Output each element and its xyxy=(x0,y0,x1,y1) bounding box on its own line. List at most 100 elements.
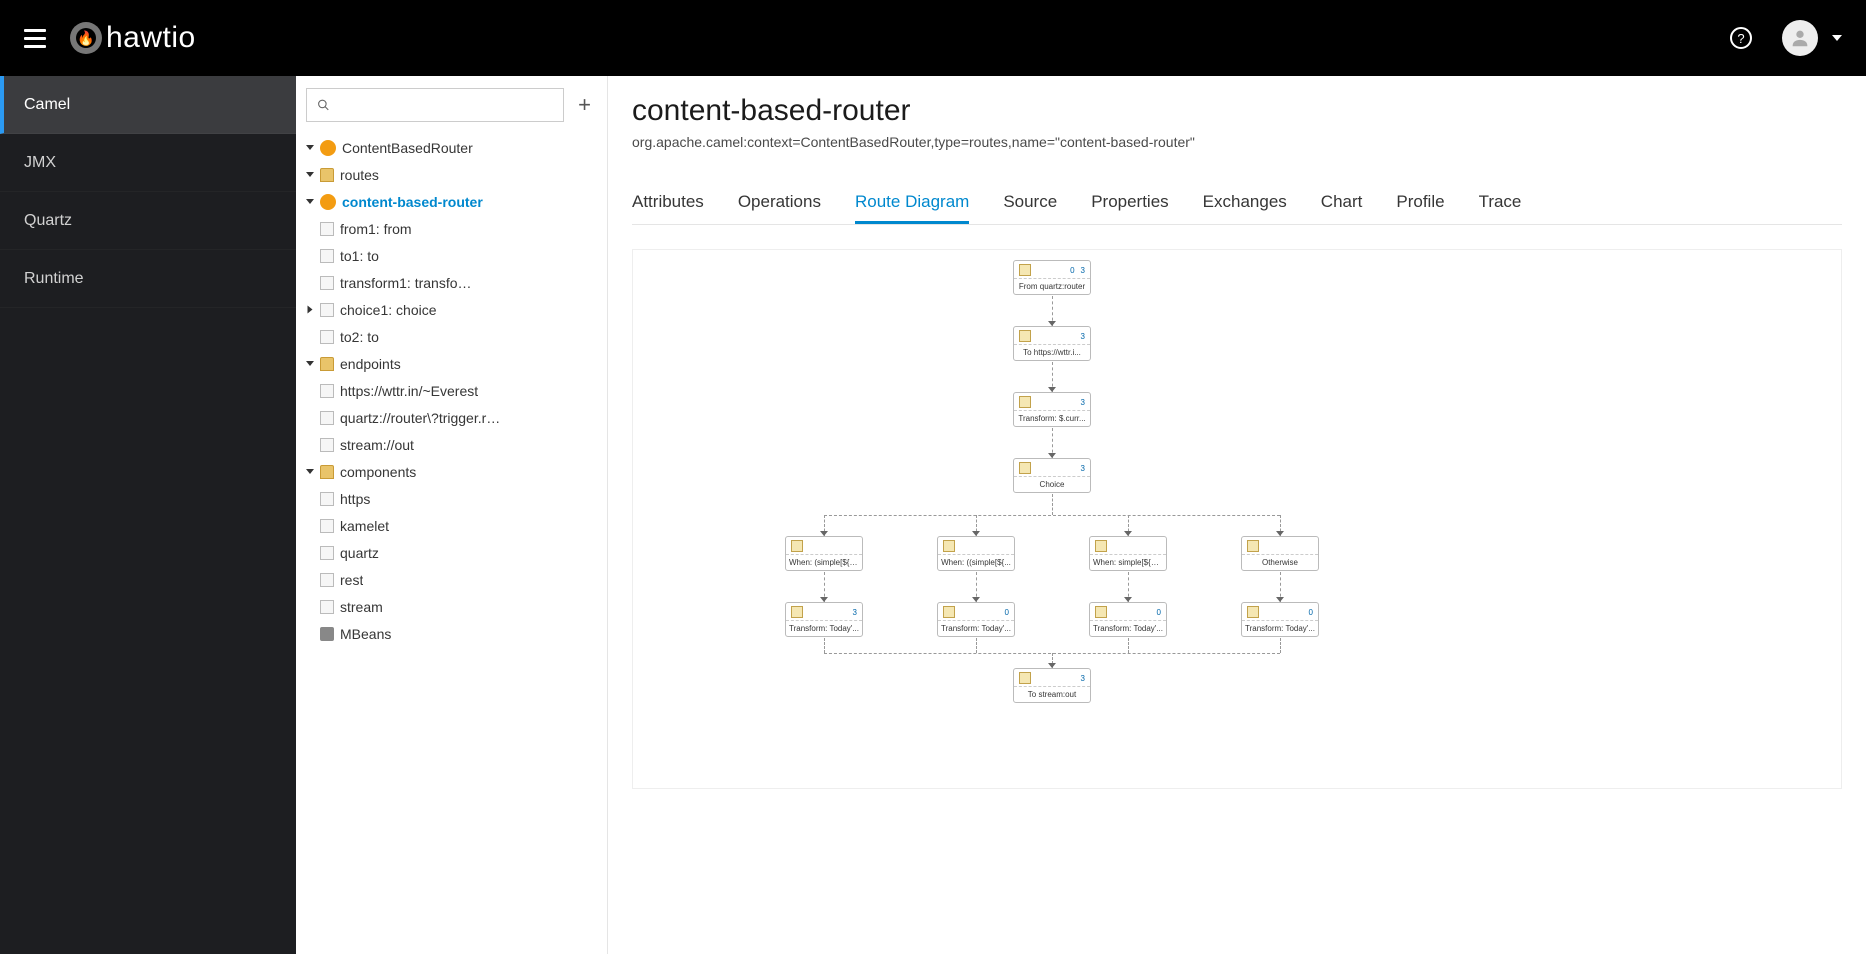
tree-search-field[interactable] xyxy=(336,98,553,113)
tree-item[interactable]: stream://out xyxy=(302,431,601,458)
diagram-node[interactable]: 3 To https://wttr.i... xyxy=(1013,326,1091,361)
help-icon[interactable]: ? xyxy=(1730,27,1752,49)
user-menu[interactable] xyxy=(1782,20,1842,56)
tab-route diagram[interactable]: Route Diagram xyxy=(855,180,969,224)
tree-item-label: ContentBasedRouter xyxy=(342,140,473,156)
diagram-node[interactable]: When: simple[${bo... xyxy=(1089,536,1167,571)
chevron-icon[interactable] xyxy=(306,172,314,177)
tree-item[interactable]: from1: from xyxy=(302,215,601,242)
diagram-node[interactable]: 0 Transform: Today'... xyxy=(1241,602,1319,637)
diagram-node[interactable]: 0 Transform: Today'... xyxy=(1089,602,1167,637)
tab-operations[interactable]: Operations xyxy=(738,180,821,224)
diagram-node[interactable]: 3 Transform: $.curr... xyxy=(1013,392,1091,427)
brand-logo[interactable]: 🔥 hawtio xyxy=(70,21,196,55)
arrow-icon xyxy=(1124,531,1132,536)
sidebar-item-runtime[interactable]: Runtime xyxy=(0,250,296,308)
chevron-icon[interactable] xyxy=(306,145,314,150)
tab-exchanges[interactable]: Exchanges xyxy=(1203,180,1287,224)
tab-trace[interactable]: Trace xyxy=(1479,180,1522,224)
chevron-icon[interactable] xyxy=(308,306,313,314)
content-area: content-based-router org.apache.camel:co… xyxy=(608,76,1866,954)
tree-item[interactable]: rest xyxy=(302,566,601,593)
menu-toggle-button[interactable] xyxy=(24,29,46,48)
item-icon xyxy=(320,303,334,317)
tree-item[interactable]: quartz xyxy=(302,539,601,566)
chevron-icon[interactable] xyxy=(306,469,314,474)
sidebar-item-label: Runtime xyxy=(24,270,84,288)
node-metric-b: 3 xyxy=(853,608,857,617)
tree-item-label: to1: to xyxy=(340,248,379,264)
node-label: When: ((simple[${... xyxy=(938,555,1014,567)
node-metric-b: 3 xyxy=(1081,398,1085,407)
node-label: From quartz:router xyxy=(1014,279,1090,291)
tab-properties[interactable]: Properties xyxy=(1091,180,1168,224)
tree-item-label: content-based-router xyxy=(342,194,483,210)
node-metric-b: 0 xyxy=(1157,608,1161,617)
search-icon xyxy=(317,98,330,112)
tree-item[interactable]: content-based-router xyxy=(302,188,601,215)
tree-item[interactable]: choice1: choice xyxy=(302,296,601,323)
folder-icon xyxy=(320,168,334,182)
tree-item[interactable]: kamelet xyxy=(302,512,601,539)
tree-item-label: https xyxy=(340,491,370,507)
tree-item[interactable]: to2: to xyxy=(302,323,601,350)
tabs: Attributes Operations Route Diagram Source P… xyxy=(632,180,1842,225)
tree-item[interactable]: https://wttr.in/~Everest xyxy=(302,377,601,404)
node-metric-b: 3 xyxy=(1081,266,1085,275)
diagram-node[interactable]: Otherwise xyxy=(1241,536,1319,571)
node-label: Transform: Today'... xyxy=(938,621,1014,633)
node-label: Transform: $.curr... xyxy=(1014,411,1090,423)
diagram-node[interactable]: 03 From quartz:router xyxy=(1013,260,1091,295)
node-label: To stream:out xyxy=(1014,687,1090,699)
item-icon xyxy=(320,546,334,560)
tree-item[interactable]: ContentBasedRouter xyxy=(302,134,601,161)
tree-item-label: quartz://router\?trigger.r… xyxy=(340,410,500,426)
node-label: When: (simple[${bo... xyxy=(786,555,862,567)
item-icon xyxy=(320,384,334,398)
route-diagram[interactable]: 03 From quartz:router 3 To https://wttr.… xyxy=(632,249,1842,789)
diagram-node[interactable]: 3 Choice xyxy=(1013,458,1091,493)
tree: ContentBasedRouter routes content-based-… xyxy=(296,134,607,667)
tree-item[interactable]: transform1: transfo… xyxy=(302,269,601,296)
sidebar-item-jmx[interactable]: JMX xyxy=(0,134,296,192)
tree-item[interactable]: components xyxy=(302,458,601,485)
item-icon xyxy=(320,330,334,344)
diagram-node[interactable]: When: (simple[${bo... xyxy=(785,536,863,571)
tree-add-button[interactable]: + xyxy=(572,92,597,118)
tree-item-label: MBeans xyxy=(340,626,391,642)
tree-item[interactable]: stream xyxy=(302,593,601,620)
tree-item[interactable]: to1: to xyxy=(302,242,601,269)
diagram-node[interactable]: 0 Transform: Today'... xyxy=(937,602,1015,637)
item-icon xyxy=(320,411,334,425)
diagram-node[interactable]: When: ((simple[${... xyxy=(937,536,1015,571)
tree-item-label: rest xyxy=(340,572,363,588)
diagram-node[interactable]: 3 To stream:out xyxy=(1013,668,1091,703)
diagram-edge xyxy=(976,638,977,653)
tab-source[interactable]: Source xyxy=(1003,180,1057,224)
tree-item[interactable]: quartz://router\?trigger.r… xyxy=(302,404,601,431)
tab-chart[interactable]: Chart xyxy=(1321,180,1363,224)
sidebar-item-quartz[interactable]: Quartz xyxy=(0,192,296,250)
chevron-icon[interactable] xyxy=(306,361,314,366)
node-icon xyxy=(943,540,955,552)
node-metric-b: 0 xyxy=(1309,608,1313,617)
diagram-node[interactable]: 3 Transform: Today'... xyxy=(785,602,863,637)
arrow-icon xyxy=(1276,597,1284,602)
tree-item[interactable]: https xyxy=(302,485,601,512)
item-icon xyxy=(320,519,334,533)
arrow-icon xyxy=(972,597,980,602)
tree-item[interactable]: MBeans xyxy=(302,620,601,647)
node-icon xyxy=(1019,672,1031,684)
tree-item[interactable]: routes xyxy=(302,161,601,188)
tree-item[interactable]: endpoints xyxy=(302,350,601,377)
brand-name: hawtio xyxy=(106,21,196,55)
tree-search-input[interactable] xyxy=(306,88,564,122)
chevron-down-icon xyxy=(1832,35,1842,41)
sidebar-item-camel[interactable]: Camel xyxy=(0,76,296,134)
item-icon xyxy=(320,438,334,452)
tab-profile[interactable]: Profile xyxy=(1396,180,1444,224)
tab-attributes[interactable]: Attributes xyxy=(632,180,704,224)
tree-item-label: kamelet xyxy=(340,518,389,534)
tree-item-label: from1: from xyxy=(340,221,412,237)
chevron-icon[interactable] xyxy=(306,199,314,204)
